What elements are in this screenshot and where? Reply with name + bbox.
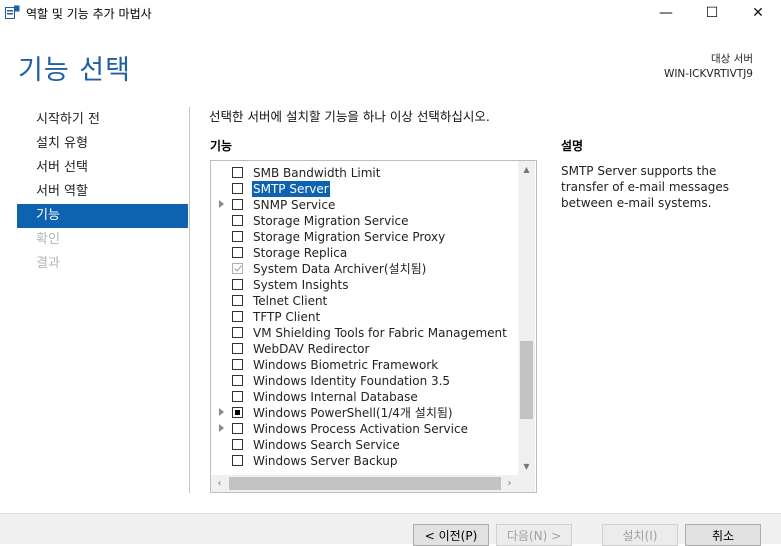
maximize-icon: ☐ (705, 5, 719, 21)
expand-arrow-icon[interactable] (219, 408, 224, 416)
feature-checkbox[interactable] (232, 279, 243, 290)
feature-checkbox[interactable] (232, 439, 243, 450)
nav-divider (189, 107, 190, 493)
feature-row[interactable]: System Data Archiver(설치됨) (211, 261, 517, 277)
minimize-icon: — (659, 5, 673, 21)
description-text: SMTP Server supports the transfer of e-m… (561, 164, 730, 210)
feature-row[interactable]: SMTP Server (211, 181, 517, 197)
feature-checkbox[interactable] (232, 167, 243, 178)
feature-checkbox[interactable] (232, 231, 243, 242)
feature-checkbox[interactable] (232, 407, 243, 418)
feature-label[interactable]: Windows Internal Database (253, 389, 418, 405)
feature-row[interactable]: WebDAV Redirector (211, 341, 517, 357)
description-heading: 설명 (561, 139, 584, 153)
feature-label[interactable]: Storage Replica (253, 245, 347, 261)
page-title: 기능 선택 (18, 55, 131, 86)
scroll-right-icon[interactable]: › (501, 475, 518, 492)
server-manager-icon (5, 5, 20, 19)
feature-checkbox[interactable] (232, 247, 243, 258)
feature-row[interactable]: Storage Migration Service Proxy (211, 229, 517, 245)
features-heading: 기능 (210, 139, 233, 153)
feature-checkbox[interactable] (232, 455, 243, 466)
feature-label[interactable]: Windows PowerShell(1/4개 설치됨) (253, 405, 453, 421)
feature-checkbox (232, 263, 243, 274)
feature-row[interactable]: SNMP Service (211, 197, 517, 213)
scrollbar-corner (518, 475, 535, 492)
feature-row[interactable]: Windows Internal Database (211, 389, 517, 405)
feature-label[interactable]: Telnet Client (253, 293, 327, 309)
feature-row[interactable]: Storage Migration Service (211, 213, 517, 229)
feature-checkbox[interactable] (232, 391, 243, 402)
feature-checkbox[interactable] (232, 375, 243, 386)
feature-label[interactable]: TFTP Client (253, 309, 320, 325)
feature-label[interactable]: WebDAV Redirector (253, 341, 369, 357)
scroll-left-icon[interactable]: ‹ (211, 475, 228, 492)
feature-row[interactable]: SMB Bandwidth Limit (211, 165, 517, 181)
feature-label[interactable]: System Insights (253, 277, 348, 293)
nav-step-item[interactable]: 시작하기 전 (17, 108, 188, 132)
feature-checkbox[interactable] (232, 343, 243, 354)
nav-step-item[interactable]: 설치 유형 (17, 132, 188, 156)
target-server-name: WIN-ICKVRTIVTJ9 (663, 68, 753, 80)
feature-row[interactable]: Windows Server Backup (211, 453, 517, 469)
feature-row[interactable]: Storage Replica (211, 245, 517, 261)
feature-label[interactable]: Windows Biometric Framework (253, 357, 438, 373)
nav-step-item[interactable]: 서버 선택 (17, 156, 188, 180)
nav-step-item[interactable]: 서버 역할 (17, 180, 188, 204)
feature-row[interactable]: Telnet Client (211, 293, 517, 309)
feature-row[interactable]: Windows Search Service (211, 437, 517, 453)
features-list[interactable]: SMB Bandwidth Limit SMTP Server SNMP Servi… (210, 160, 537, 493)
instruction-text: 선택한 서버에 설치할 기능을 하나 이상 선택하십시오. (209, 109, 490, 124)
feature-label[interactable]: Storage Migration Service (253, 213, 409, 229)
target-server-info: 대상 서버 WIN-ICKVRTIVTJ9 (664, 52, 753, 82)
feature-checkbox[interactable] (232, 199, 243, 210)
feature-label[interactable]: System Data Archiver(설치됨) (253, 261, 426, 277)
feature-checkbox[interactable] (232, 327, 243, 338)
feature-checkbox[interactable] (232, 183, 243, 194)
nav-step-item: 확인 (36, 232, 60, 247)
scroll-down-icon[interactable]: ▼ (518, 458, 535, 475)
close-icon: ✕ (752, 5, 764, 21)
expand-arrow-icon[interactable] (219, 424, 224, 432)
feature-label[interactable]: SMB Bandwidth Limit (253, 165, 380, 181)
feature-checkbox[interactable] (232, 423, 243, 434)
vertical-scroll-thumb[interactable] (520, 341, 533, 419)
horizontal-scrollbar[interactable]: ‹ › (211, 475, 518, 492)
feature-checkbox[interactable] (232, 359, 243, 370)
feature-checkbox[interactable] (232, 295, 243, 306)
feature-label[interactable]: Windows Identity Foundation 3.5 (253, 373, 450, 389)
feature-label[interactable]: VM Shielding Tools for Fabric Management (253, 325, 507, 341)
horizontal-scroll-thumb[interactable] (229, 477, 501, 490)
feature-row[interactable]: Windows Process Activation Service (211, 421, 517, 437)
scroll-up-icon[interactable]: ▲ (518, 161, 535, 178)
minimize-button[interactable]: — (643, 0, 689, 26)
title-bar: 역할 및 기능 추가 마법사 — ☐ ✕ (0, 0, 781, 26)
feature-label[interactable]: Windows Server Backup (253, 453, 398, 469)
feature-row[interactable]: Windows Biometric Framework (211, 357, 517, 373)
nav-step-item: 결과 (36, 256, 60, 271)
feature-row[interactable]: Windows Identity Foundation 3.5 (211, 373, 517, 389)
nav-step-item[interactable]: 기능 (17, 204, 188, 228)
feature-label[interactable]: SNMP Service (253, 197, 335, 213)
feature-row[interactable]: System Insights (211, 277, 517, 293)
feature-row[interactable]: TFTP Client (211, 309, 517, 325)
feature-label[interactable]: Storage Migration Service Proxy (253, 229, 445, 245)
wizard-steps-nav: 시작하기 전 설치 유형 서버 선택 서버 역할 기능확인결과 (17, 108, 188, 276)
feature-label[interactable]: SMTP Server (252, 181, 330, 197)
target-server-label: 대상 서버 (711, 53, 753, 65)
feature-row[interactable]: VM Shielding Tools for Fabric Management (211, 325, 517, 341)
feature-checkbox[interactable] (232, 215, 243, 226)
close-button[interactable]: ✕ (735, 0, 781, 26)
expand-arrow-icon[interactable] (219, 200, 224, 208)
feature-label[interactable]: Windows Process Activation Service (253, 421, 468, 437)
feature-checkbox[interactable] (232, 311, 243, 322)
vertical-scrollbar[interactable]: ▲ ▼ (518, 161, 535, 475)
maximize-button[interactable]: ☐ (689, 0, 735, 26)
feature-row[interactable]: Windows PowerShell(1/4개 설치됨) (211, 405, 517, 421)
window-title: 역할 및 기능 추가 마법사 (26, 7, 152, 21)
feature-label[interactable]: Windows Search Service (253, 437, 400, 453)
